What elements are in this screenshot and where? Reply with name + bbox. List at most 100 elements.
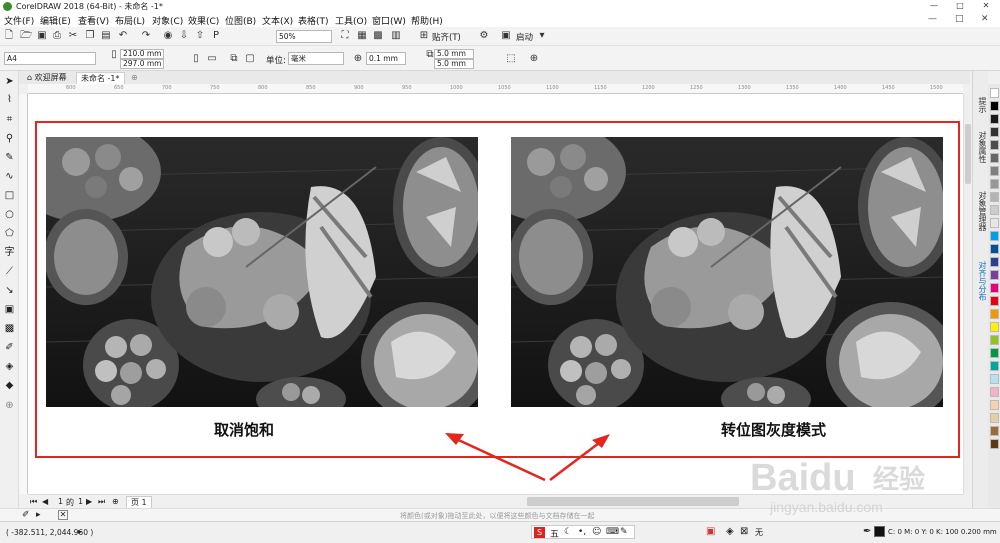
crop-tool-icon[interactable]: ⌗ xyxy=(3,113,16,126)
snap-status-icon[interactable]: ▣ xyxy=(706,526,715,537)
menu-tools[interactable]: 工具(O) xyxy=(335,14,367,27)
unit-select[interactable]: 毫米 xyxy=(288,52,344,65)
redo-icon[interactable]: ↷ xyxy=(140,30,152,42)
color-swatch[interactable] xyxy=(990,387,999,397)
color-swatch[interactable] xyxy=(990,101,999,111)
color-swatch[interactable] xyxy=(990,296,999,306)
tab-untitled-1[interactable]: 未命名 -1* xyxy=(76,72,125,84)
show-grid-icon[interactable]: ▩ xyxy=(372,30,384,42)
tab-welcome-screen[interactable]: ⌂ 欢迎屏幕 xyxy=(23,72,71,84)
palette-dropdown-icon[interactable]: ▸ xyxy=(36,510,41,520)
color-swatch[interactable] xyxy=(990,309,999,319)
vertical-scroll-thumb[interactable] xyxy=(965,124,971,184)
no-color-swatch-icon[interactable]: ✕ xyxy=(58,510,68,520)
show-guidelines-icon[interactable]: ▥ xyxy=(390,30,402,42)
eyedropper-tool-icon[interactable]: ✐ xyxy=(3,341,16,354)
color-swatch[interactable] xyxy=(990,192,999,202)
page-frame-icon[interactable]: ⬚ xyxy=(505,53,517,65)
color-swatch[interactable] xyxy=(990,88,999,98)
status-expand-icon[interactable]: ▸ xyxy=(78,527,82,536)
full-screen-icon[interactable]: ⛶ xyxy=(339,30,351,42)
color-swatch[interactable] xyxy=(990,205,999,215)
color-swatch[interactable] xyxy=(990,374,999,384)
docker-hints[interactable]: 提示 xyxy=(975,97,987,113)
ime-toolbar[interactable]: S 五 ☾ •, ☺ ⌨ ✎ xyxy=(531,525,635,540)
color-swatch[interactable] xyxy=(990,322,999,332)
new-tab-icon[interactable]: ⊕ xyxy=(127,72,142,84)
rectangle-tool-icon[interactable]: □ xyxy=(3,189,16,202)
vertical-scrollbar[interactable] xyxy=(963,94,972,494)
interactive-fill-tool-icon[interactable]: ◈ xyxy=(3,360,16,373)
show-rulers-icon[interactable]: ▦ xyxy=(356,30,368,42)
color-swatch[interactable] xyxy=(990,153,999,163)
color-swatch[interactable] xyxy=(990,400,999,410)
zoom-level-field[interactable]: 50% xyxy=(276,30,332,43)
vertical-ruler[interactable] xyxy=(19,94,28,494)
next-page-icon[interactable]: ▶ xyxy=(86,497,92,506)
eyedropper-icon[interactable]: ✐ xyxy=(22,510,30,520)
launch-dropdown-icon[interactable]: ▾ xyxy=(536,30,548,42)
docker-align-distribute[interactable]: 对齐与分布 xyxy=(975,261,987,301)
horizontal-ruler[interactable]: 600 650 700 750 800 850 900 950 1000 1050 1100 1150… xyxy=(28,84,963,94)
connector-tool-icon[interactable]: ↘ xyxy=(3,284,16,297)
color-swatch[interactable] xyxy=(990,270,999,280)
doc-close-button[interactable]: ✕ xyxy=(981,14,989,24)
restore-button[interactable]: □ xyxy=(954,1,966,12)
menu-window[interactable]: 窗口(W) xyxy=(372,14,406,27)
color-swatch[interactable] xyxy=(990,335,999,345)
drop-shadow-tool-icon[interactable]: ▣ xyxy=(3,303,16,316)
all-pages-icon[interactable]: ⧉ xyxy=(228,53,240,65)
first-page-icon[interactable]: ⏮ xyxy=(30,497,37,507)
docker-object-properties[interactable]: 对象属性 xyxy=(975,131,987,163)
add-icon[interactable]: ⊕ xyxy=(528,53,540,65)
options-gear-icon[interactable]: ⚙ xyxy=(478,30,490,42)
add-tool-icon[interactable]: ⊕ xyxy=(3,399,16,412)
pick-tool-icon[interactable]: ➤ xyxy=(3,75,16,88)
menu-effects[interactable]: 效果(C) xyxy=(188,14,219,27)
current-page-icon[interactable]: ▢ xyxy=(244,53,256,65)
open-icon[interactable]: 🗁 xyxy=(20,30,32,42)
add-page-icon[interactable]: ⊕ xyxy=(112,497,119,506)
color-swatch[interactable] xyxy=(990,179,999,189)
minimize-button[interactable]: — xyxy=(928,1,940,12)
nudge-distance-field[interactable]: 0.1 mm xyxy=(366,52,406,65)
parallel-dimension-tool-icon[interactable]: ⟋ xyxy=(3,265,16,278)
close-button[interactable]: ✕ xyxy=(980,1,992,12)
menu-text[interactable]: 文本(X) xyxy=(262,14,293,27)
smart-fill-tool-icon[interactable]: ◆ xyxy=(3,379,16,392)
launch-label[interactable]: 启动 xyxy=(516,31,533,43)
menu-view[interactable]: 查看(V) xyxy=(78,14,109,27)
copy-icon[interactable]: ❐ xyxy=(84,30,96,42)
duplicate-y-field[interactable]: 5.0 mm xyxy=(434,59,474,69)
undo-icon[interactable]: ↶ xyxy=(117,30,129,42)
portrait-icon[interactable]: ▯ xyxy=(190,53,202,65)
new-document-icon[interactable]: 🗋 xyxy=(3,30,15,42)
menu-edit[interactable]: 编辑(E) xyxy=(40,14,71,27)
menu-file[interactable]: 文件(F) xyxy=(4,14,34,27)
page-width-field[interactable]: 210.0 mm xyxy=(120,49,164,59)
artistic-media-tool-icon[interactable]: ∿ xyxy=(3,170,16,183)
horizontal-scroll-thumb[interactable] xyxy=(527,497,739,506)
color-swatch[interactable] xyxy=(990,166,999,176)
cut-icon[interactable]: ✂ xyxy=(67,30,79,42)
doc-restore-button[interactable]: □ xyxy=(955,14,964,24)
zoom-tool-icon[interactable]: ⚲ xyxy=(3,132,16,145)
color-swatch[interactable] xyxy=(990,231,999,241)
pdf-icon[interactable]: P xyxy=(210,30,222,42)
color-swatch[interactable] xyxy=(990,439,999,449)
color-swatch[interactable] xyxy=(990,140,999,150)
save-icon[interactable]: ▣ xyxy=(36,30,48,42)
snap-icon[interactable]: ⊞ xyxy=(418,30,430,42)
color-swatch[interactable] xyxy=(990,127,999,137)
color-swatch[interactable] xyxy=(990,361,999,371)
color-swatch[interactable] xyxy=(990,218,999,228)
duplicate-x-field[interactable]: 5.0 mm xyxy=(434,49,474,59)
menu-bitmaps[interactable]: 位图(B) xyxy=(225,14,256,27)
menu-layout[interactable]: 布局(L) xyxy=(115,14,145,27)
color-swatch[interactable] xyxy=(990,426,999,436)
page-size-select[interactable]: A4 xyxy=(4,52,96,65)
search-content-icon[interactable]: ◉ xyxy=(162,30,174,42)
export-icon[interactable]: ⇧ xyxy=(194,30,206,42)
shape-tool-icon[interactable]: ⌇ xyxy=(3,93,16,106)
ellipse-tool-icon[interactable]: ○ xyxy=(3,208,16,221)
